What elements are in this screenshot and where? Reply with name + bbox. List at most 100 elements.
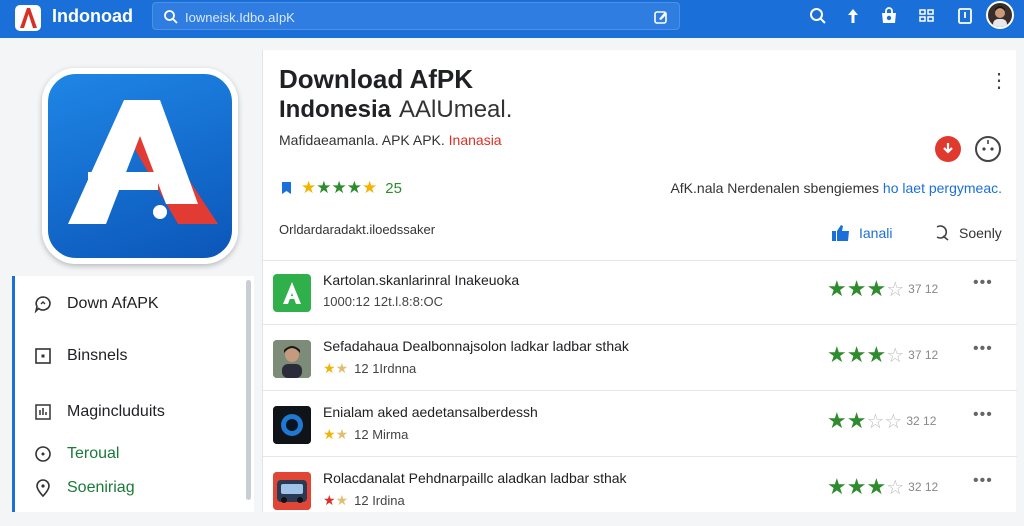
meta-link[interactable]: ho laet pergymeac.: [883, 180, 1002, 196]
list-item[interactable]: Kartolan.skanlarinral Inakeuoka 1000:12 …: [263, 262, 1017, 328]
brand-name[interactable]: Indonoad: [52, 6, 133, 27]
list-item[interactable]: Rolacdanalat Pehdnarpaillc aladkan ladba…: [263, 460, 1017, 526]
more-icon[interactable]: •••: [973, 340, 993, 358]
item-score: 32 12: [906, 414, 937, 428]
user-photo-icon: [993, 6, 1007, 27]
bag-icon[interactable]: [879, 6, 899, 26]
item-score: 37 12: [908, 282, 939, 296]
more-options-icon[interactable]: ⋮: [989, 68, 1009, 93]
rating-star: ☆: [886, 476, 905, 499]
developer-link[interactable]: Inanasia: [449, 132, 502, 148]
more-icon[interactable]: •••: [973, 406, 993, 424]
brand-logo-icon[interactable]: [14, 4, 42, 32]
sidebar-nav: Down AfAPK Binsnels Magincluduits Teroua…: [12, 276, 254, 512]
sidebar-item-business[interactable]: Binsnels: [33, 344, 127, 368]
app-thumbnail: [273, 406, 311, 444]
item-score: 32 12: [908, 480, 939, 494]
rating-star: ☆: [886, 344, 905, 367]
download-button[interactable]: [935, 136, 961, 162]
clock-icon: [35, 446, 51, 462]
rating-star: ☆: [884, 410, 903, 433]
divider: [263, 260, 1017, 261]
app-meta: AfK.nala Nerdenalen sbengiemes ho laet p…: [670, 180, 1002, 196]
rating-star: ★: [301, 178, 317, 197]
bookmark-icon[interactable]: [955, 6, 975, 26]
rating-row: ★ ★ ★ ★ ★ 25: [279, 178, 402, 198]
download-icon: [943, 143, 953, 154]
meta-text: AfK.nala Nerdenalen sbengiemes: [670, 180, 880, 196]
list-item[interactable]: Enialam aked aedetansalberdessh ★ ★ 12 M…: [263, 394, 1017, 460]
rating-star: ★: [866, 276, 887, 301]
rating-star: ★: [866, 474, 887, 499]
item-meta: 1000:12 12t.l.8:8:OC: [323, 294, 443, 309]
upload-icon[interactable]: [843, 6, 863, 26]
developer-text: Mafidaeamanla. APK APK.: [279, 132, 445, 148]
more-icon[interactable]: •••: [973, 472, 993, 490]
rating-star: ☆: [886, 278, 905, 301]
sidebar-item-label: Binsnels: [67, 347, 128, 364]
app-thumbnail: [273, 274, 311, 312]
bookmark-icon[interactable]: [279, 180, 295, 196]
item-meta-text: 1000:12 12t.l.8:8:OC: [323, 294, 443, 309]
item-title: Kartolan.skanlarinral Inakeuoka: [323, 272, 520, 288]
sidebar-item-label: Magincluduits: [67, 403, 165, 420]
item-title: Sefadahaua Dealbonnajsolon ladkar ladbar…: [323, 338, 629, 354]
sidebar-item-magincluduits[interactable]: Magincluduits: [33, 400, 165, 424]
divider: [263, 390, 1017, 391]
share-button[interactable]: [975, 136, 1001, 162]
chart-box-icon: [35, 404, 51, 420]
item-title: Enialam aked aedetansalberdessh: [323, 404, 538, 420]
rating-star: ★: [335, 492, 349, 508]
rating-star: ★: [362, 178, 378, 197]
more-icon[interactable]: •••: [973, 274, 993, 292]
app-title: Download AfPK: [279, 64, 474, 94]
person-photo-icon: [273, 340, 311, 378]
item-rating: ★ ★ ☆ ☆ 32 12: [827, 408, 936, 434]
rating-star: ★: [827, 474, 847, 499]
rating-star: ☆: [866, 410, 885, 433]
search-input[interactable]: [185, 7, 625, 27]
rating-star: ★: [827, 408, 847, 433]
share-icon: [982, 140, 994, 151]
green-logo-icon: [283, 282, 301, 304]
location-icon: [36, 479, 50, 498]
item-meta: ★ ★ 12 Mirma: [323, 426, 408, 443]
thumbs-up-icon: [832, 225, 849, 241]
rating-star: ★: [331, 178, 347, 197]
rating-star: ★: [846, 276, 867, 301]
list-item[interactable]: Sefadahaua Dealbonnajsolon ladkar ladbar…: [263, 328, 1017, 394]
item-rating: ★ ★ ★ ☆ 37 12: [827, 342, 938, 368]
rating-count: 25: [385, 179, 402, 197]
top-app-bar: Indonoad: [0, 0, 1024, 38]
search-icon[interactable]: [808, 6, 828, 26]
install-button[interactable]: Ianali: [831, 224, 892, 242]
sidebar-item-download[interactable]: Down AfAPK: [33, 292, 159, 316]
app-icon-card: [12, 50, 262, 270]
save-button[interactable]: Soenly: [933, 224, 1002, 242]
rating-star: ★: [846, 408, 867, 433]
app-thumbnail: [273, 340, 311, 378]
sidebar-scrollbar[interactable]: [246, 280, 251, 500]
square-icon: [35, 348, 51, 364]
rating-star: ★: [335, 426, 349, 442]
chat-bubble-icon: [34, 296, 51, 314]
grid-icon[interactable]: [917, 6, 937, 26]
item-meta-text: 12 Mirma: [354, 427, 409, 442]
search-bar[interactable]: [152, 2, 680, 30]
edit-icon[interactable]: [653, 9, 669, 25]
item-rating: ★ ★ ★ ☆ 32 12: [827, 474, 938, 500]
sidebar-item-teroual[interactable]: Teroual: [33, 442, 119, 466]
sidebar-item-label: Soeniriag: [67, 479, 135, 496]
rating-star: ★: [846, 342, 867, 367]
avatar[interactable]: [986, 1, 1014, 29]
app-title-line2: Indonesia: [279, 96, 392, 123]
sidebar-item-soeniriag[interactable]: Soeniriag: [33, 476, 135, 500]
item-title: Rolacdanalat Pehdnarpaillc aladkan ladba…: [323, 470, 627, 486]
app-detail-panel: Download AfPK Indonesia AAlUmeal. Mafidae…: [262, 50, 1017, 512]
divider: [263, 324, 1017, 325]
rating-star: ★: [827, 342, 847, 367]
item-meta-text: 12 1Irdnna: [354, 361, 417, 376]
item-meta: ★ ★ 12 Irdina: [323, 492, 405, 509]
save-label: Soenly: [959, 225, 1002, 241]
car-icon: [273, 472, 311, 510]
